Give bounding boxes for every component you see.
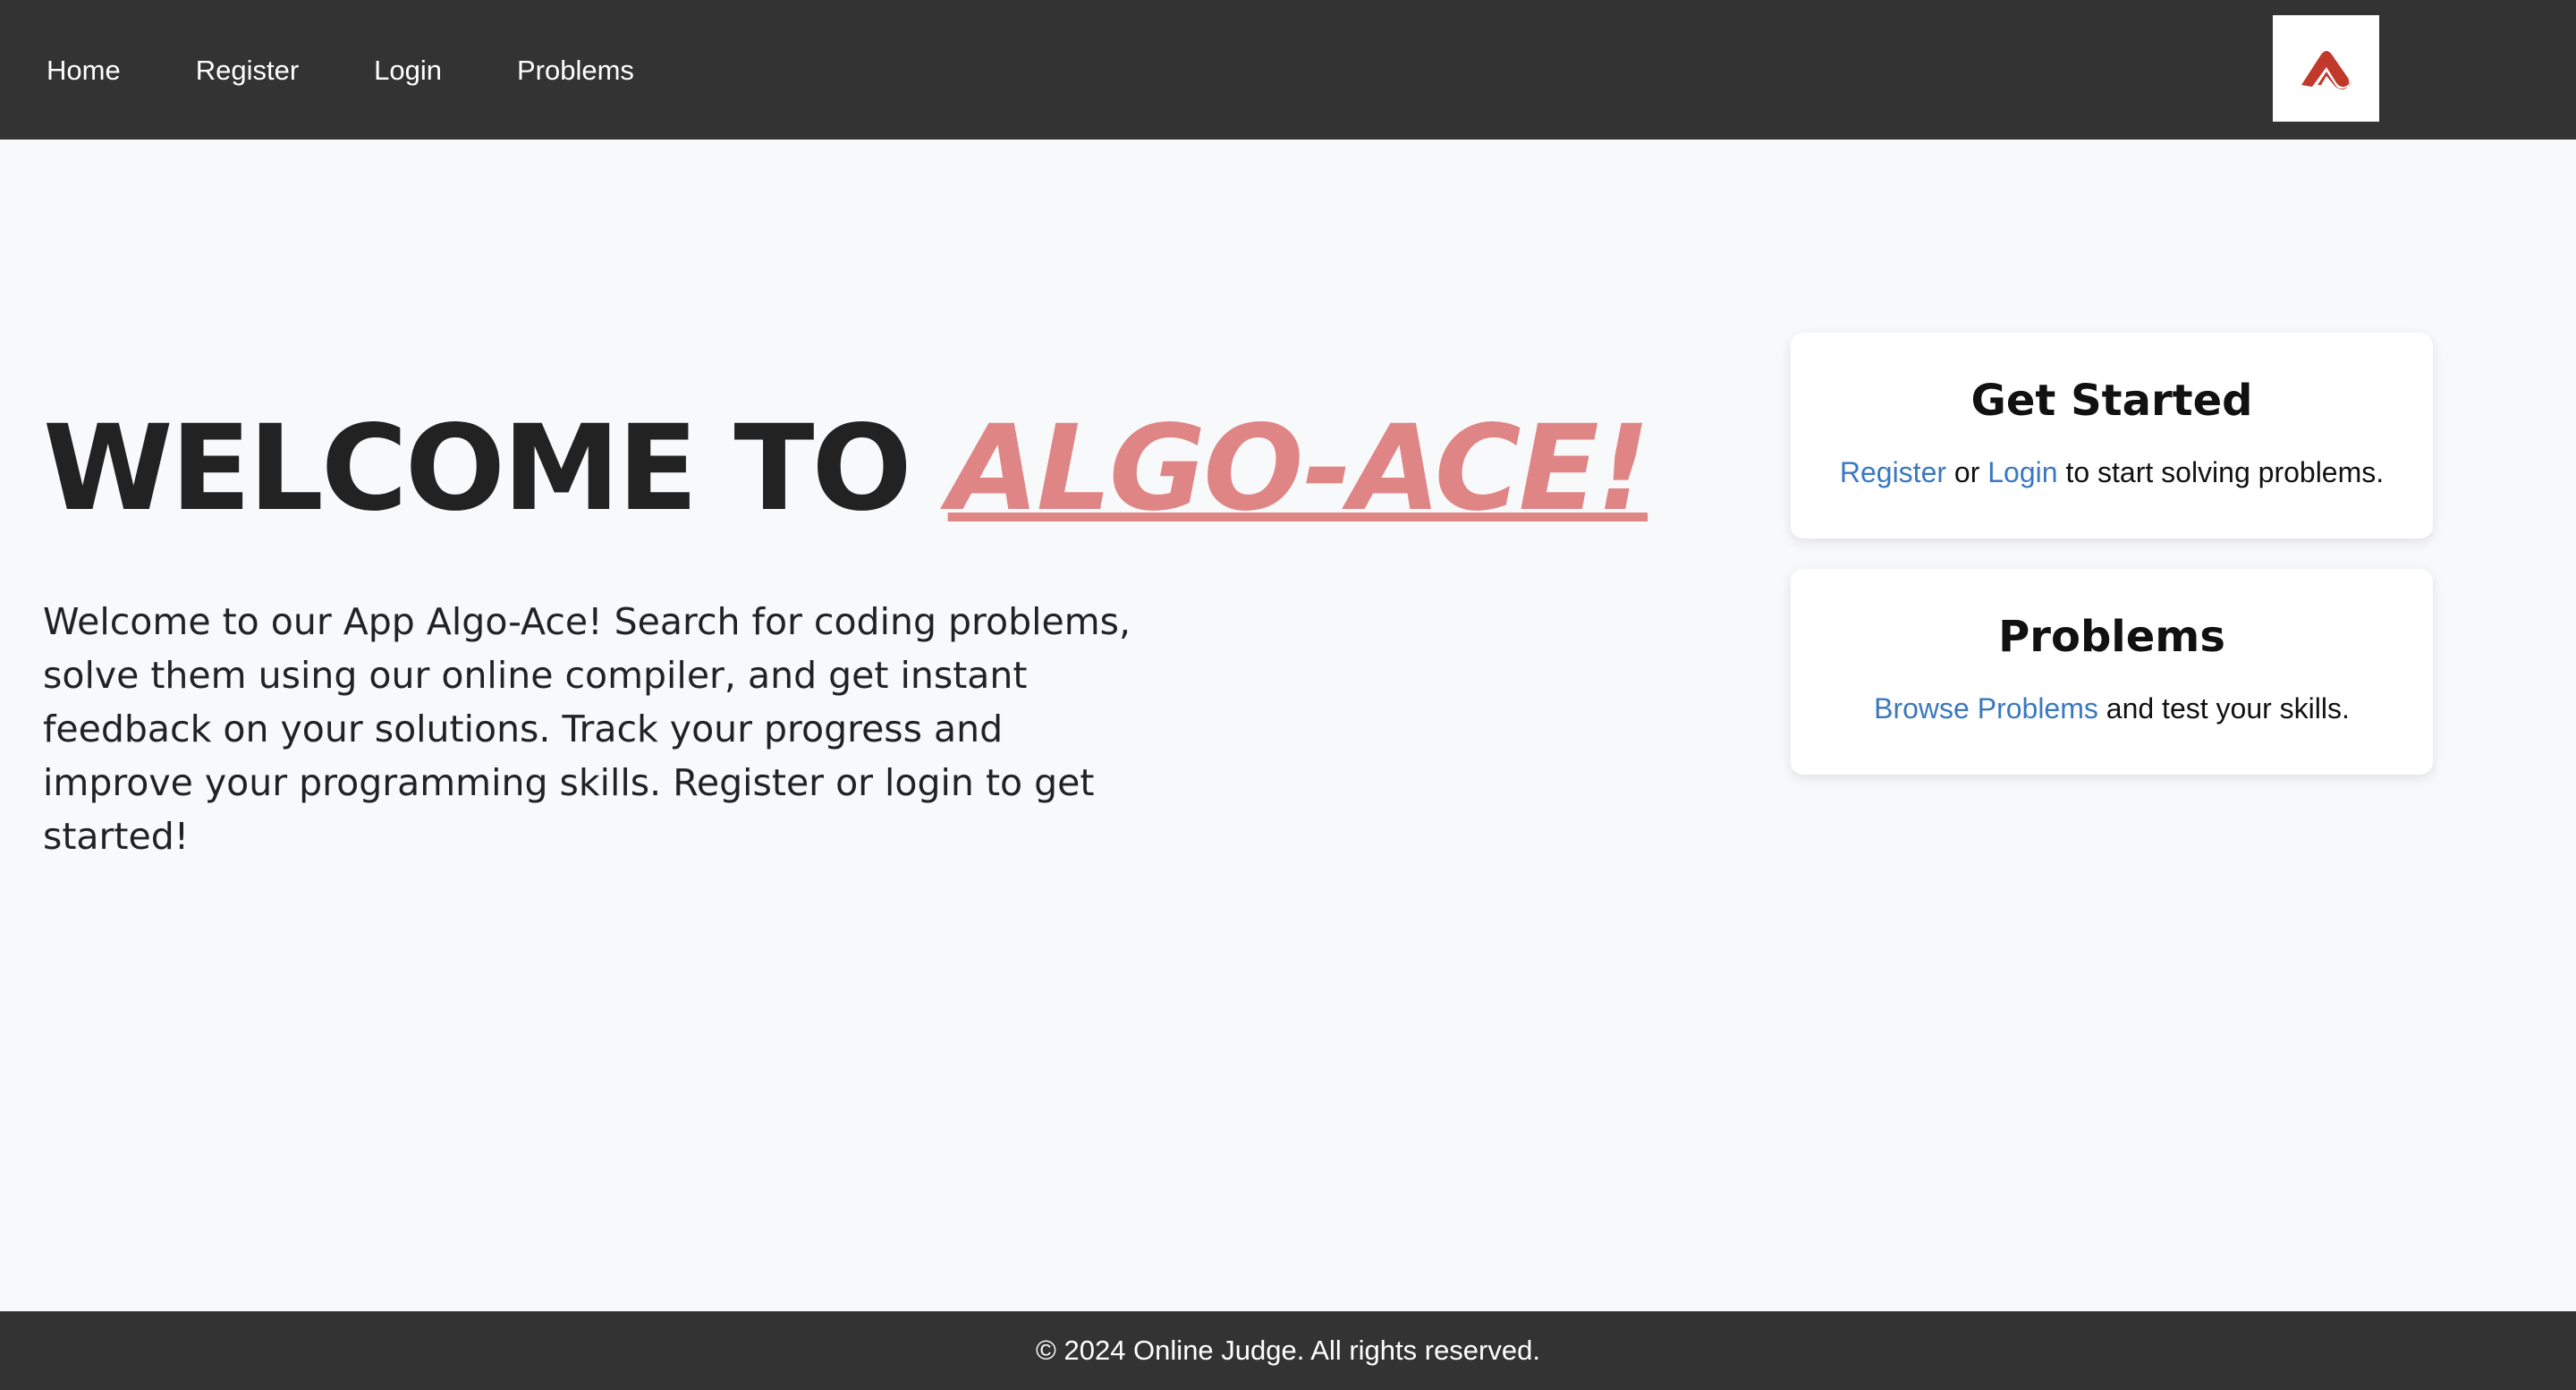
algo-ace-logo-icon [2301, 50, 2351, 89]
get-started-card: Get Started Register or Login to start s… [1791, 333, 2433, 538]
nav-problems-link[interactable]: Problems [517, 56, 634, 84]
nav-home-link[interactable]: Home [47, 56, 121, 84]
hero-title-prefix: WELCOME TO [43, 400, 948, 538]
navbar: Home Register Login Problems [0, 0, 2576, 140]
nav-links: Home Register Login Problems [47, 0, 709, 140]
footer: © 2024 Online Judge. All rights reserved… [0, 1311, 2576, 1390]
logo[interactable] [2273, 15, 2379, 122]
problems-suffix: and test your skills. [2097, 692, 2350, 725]
hero-title: WELCOME TO ALGO-ACE! [43, 400, 1650, 538]
footer-copyright: © 2024 Online Judge. All rights reserved… [1036, 1335, 1540, 1366]
nav-register-link[interactable]: Register [196, 56, 299, 84]
or-text: or [1946, 456, 1988, 488]
get-started-text: Register or Login to start solving probl… [1791, 458, 2433, 487]
hero-description: Welcome to our App Algo-Ace! Search for … [43, 600, 1131, 858]
problems-title: Problems [1998, 612, 2225, 662]
get-started-suffix: to start solving problems. [2057, 456, 2385, 488]
hero-brand-link[interactable]: ALGO-ACE! [948, 400, 1650, 538]
card-register-link[interactable]: Register [1840, 456, 1946, 488]
problems-card: Problems Browse Problems and test your s… [1791, 569, 2433, 775]
problems-text: Browse Problems and test your skills. [1791, 694, 2433, 723]
get-started-title: Get Started [1970, 376, 2253, 426]
nav-login-link[interactable]: Login [374, 56, 442, 84]
card-login-link[interactable]: Login [1987, 456, 2057, 488]
browse-problems-link[interactable]: Browse Problems [1874, 692, 2098, 725]
